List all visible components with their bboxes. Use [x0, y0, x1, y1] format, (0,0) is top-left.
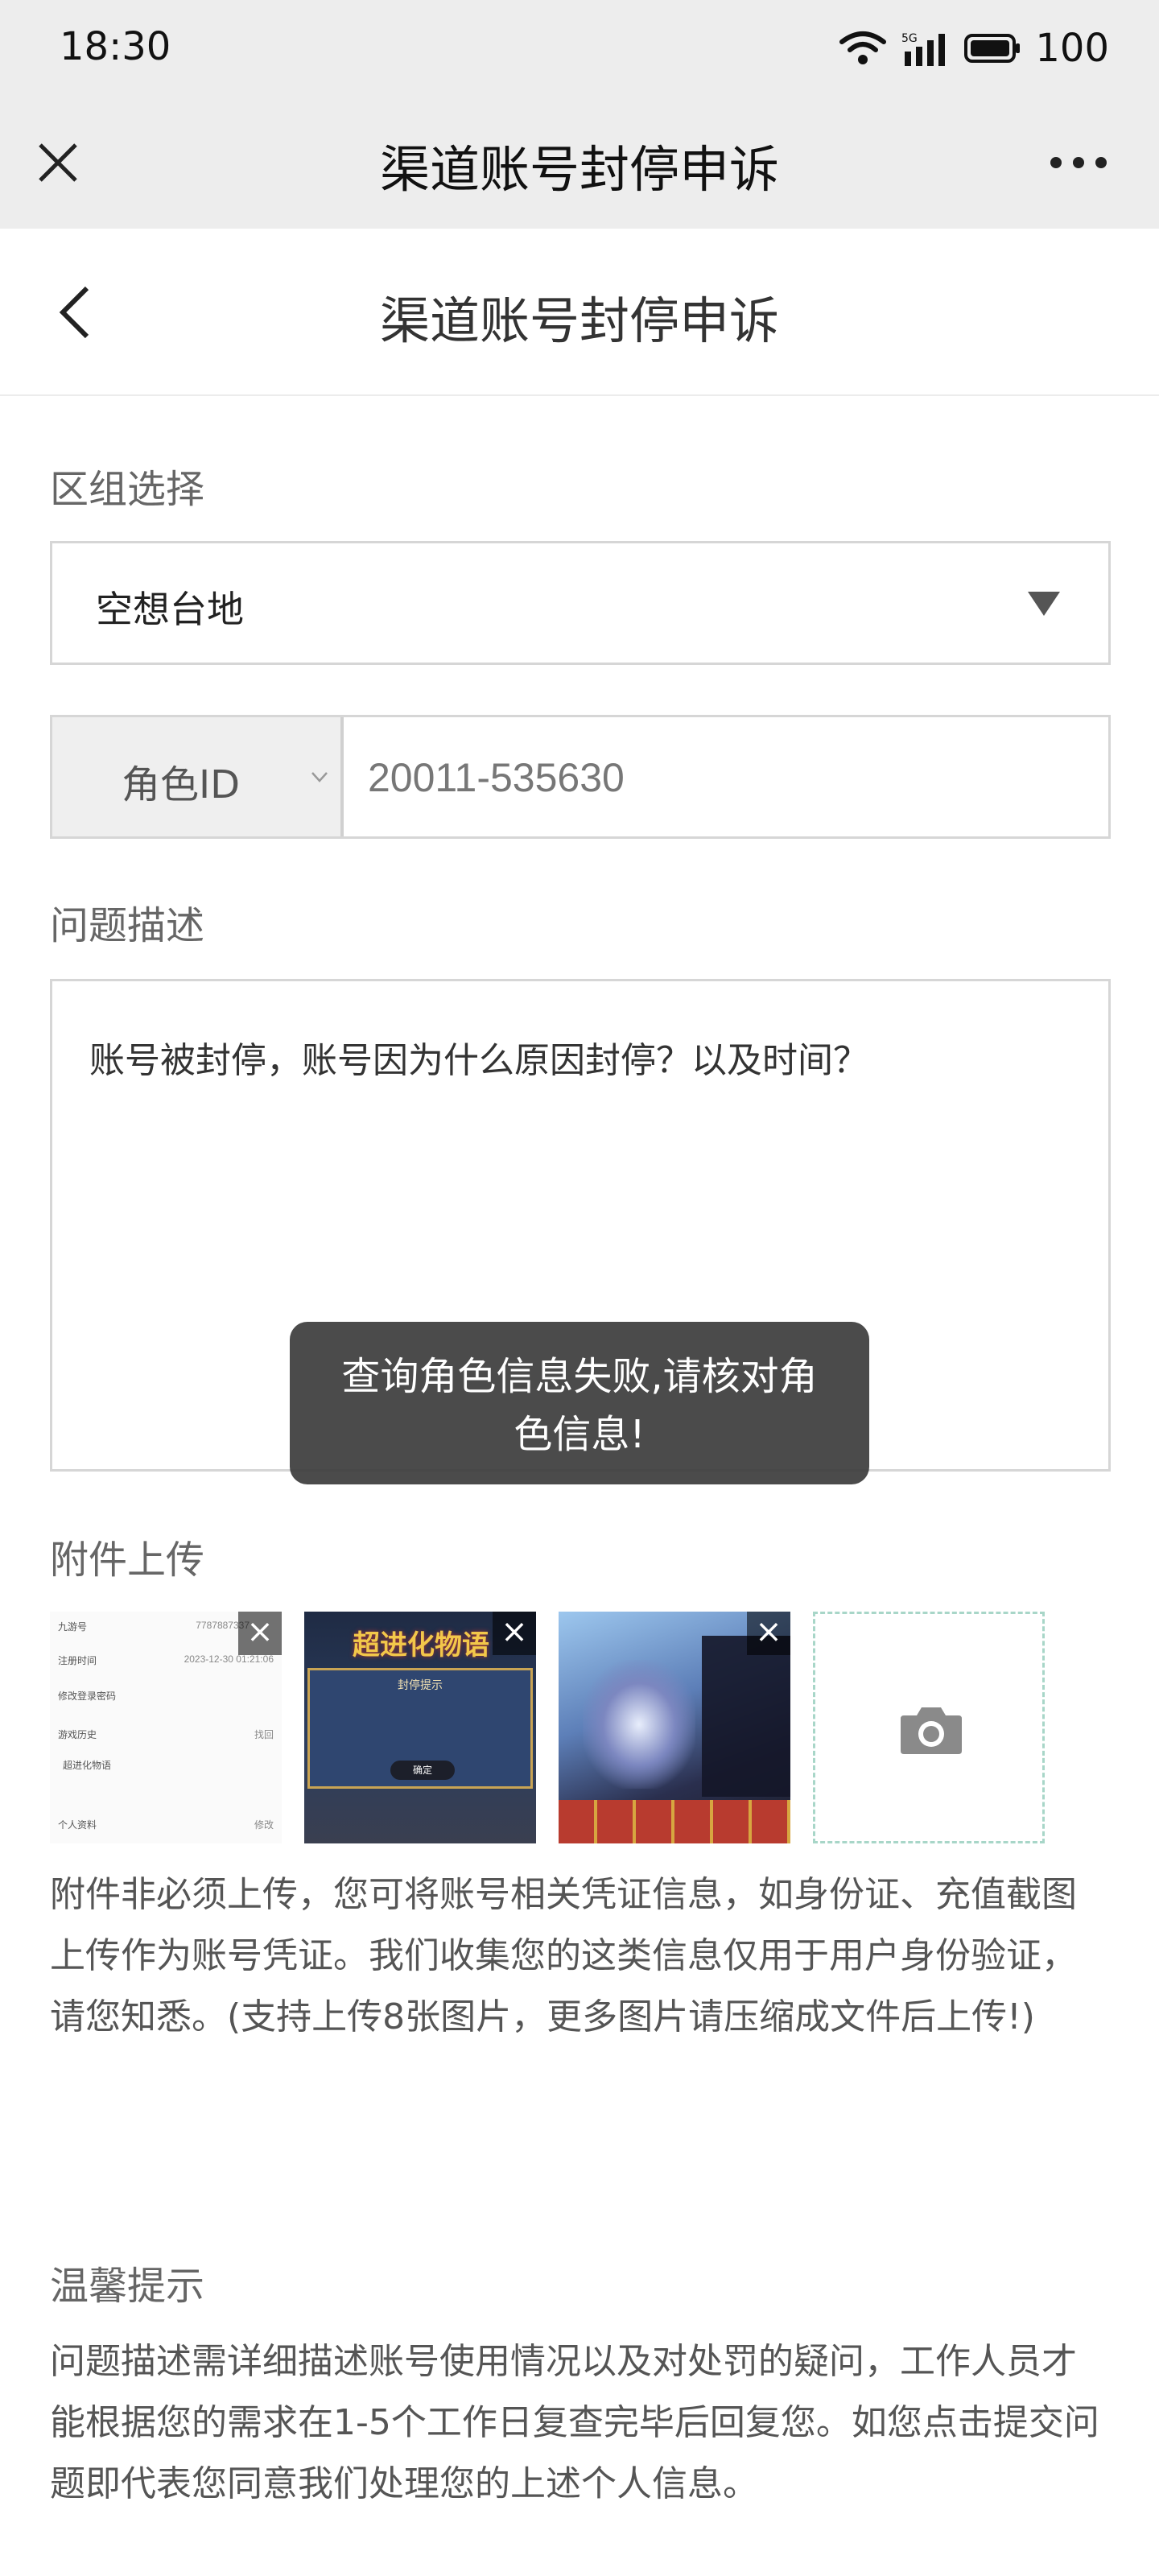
thumb-text: 2023-12-30 01:21:06: [184, 1653, 274, 1665]
remove-attachment-icon[interactable]: ×: [238, 1612, 282, 1655]
region-select[interactable]: 空想台地: [50, 541, 1111, 665]
description-text: 账号被封停，账号因为什么原因封停？以及时间？: [89, 1040, 868, 1081]
more-options-icon[interactable]: [1046, 138, 1111, 187]
thumb-text: 找回: [254, 1729, 274, 1740]
thumb-text: 超进化物语: [63, 1760, 112, 1771]
page-title: 渠道账号封停申诉: [379, 291, 779, 350]
dropdown-triangle-icon: [1028, 592, 1060, 616]
attachment-thumbnail[interactable]: 九游号 7787887337 注册时间 2023-12-30 01:21:06 …: [50, 1612, 282, 1843]
thumb-text: 修改: [254, 1819, 274, 1831]
thumb-text: 7787887337: [196, 1620, 250, 1631]
miniapp-title: 渠道账号封停申诉: [379, 140, 779, 199]
battery-icon: [964, 34, 1021, 63]
svg-text:5G: 5G: [901, 32, 918, 45]
tips-title: 温馨提示: [50, 2264, 205, 2309]
thumb-text: 修改登录密码: [58, 1690, 117, 1702]
game-logo: 超进化物语: [353, 1629, 489, 1662]
page-header: 渠道账号封停申诉: [0, 229, 1159, 396]
thumb-dialog-ok: 确定: [390, 1761, 455, 1780]
thumb-dialog: 封停提示 确定: [307, 1668, 533, 1789]
cellular-signal-icon: 5G: [901, 32, 946, 66]
status-time: 18:30: [60, 24, 171, 69]
role-id-row: 角色ID: [50, 715, 1111, 839]
thumb-stats-panel: [702, 1636, 790, 1797]
camera-icon: [901, 1707, 962, 1754]
add-image-button[interactable]: [813, 1612, 1045, 1843]
remove-attachment-icon[interactable]: ×: [747, 1612, 790, 1655]
chevron-down-icon: [311, 772, 328, 782]
miniapp-title-bar: 渠道账号封停申诉: [0, 97, 1159, 229]
toast-line-1: 查询角色信息失败,请核对角: [341, 1354, 818, 1399]
role-id-input[interactable]: [368, 754, 1076, 801]
thumb-dialog-title: 封停提示: [398, 1679, 443, 1692]
thumb-character-art: [583, 1660, 695, 1789]
remove-attachment-icon[interactable]: ×: [493, 1612, 536, 1655]
role-type-select[interactable]: 角色ID: [52, 717, 344, 836]
thumb-card-row: [559, 1800, 790, 1843]
error-toast: 查询角色信息失败,请核对角 色信息!: [290, 1322, 869, 1484]
region-select-value: 空想台地: [96, 588, 244, 631]
region-label: 区组选择: [50, 467, 205, 512]
toast-line-2: 色信息!: [514, 1412, 645, 1457]
status-icons: 5G 100: [839, 24, 1109, 72]
description-label: 问题描述: [50, 903, 205, 948]
attachment-label: 附件上传: [50, 1538, 205, 1583]
attachment-thumbnail[interactable]: ×: [559, 1612, 790, 1843]
attachment-list: 九游号 7787887337 注册时间 2023-12-30 01:21:06 …: [50, 1612, 1064, 1843]
wifi-icon: [839, 31, 887, 64]
role-type-value: 角色ID: [122, 762, 241, 807]
attachment-thumbnail[interactable]: 超进化物语 封停提示 确定 ×: [304, 1612, 536, 1843]
status-bar: 18:30 5G 100: [0, 0, 1159, 97]
tips-body: 问题描述需详细描述账号使用情况以及对处罚的疑问，工作人员才能根据您的需求在1-5…: [50, 2341, 1099, 2504]
attachment-note: 附件非必须上传，您可将账号相关凭证信息，如身份证、充值截图上传作为账号凭证。我们…: [50, 1874, 1077, 2037]
battery-level: 100: [1035, 26, 1109, 71]
